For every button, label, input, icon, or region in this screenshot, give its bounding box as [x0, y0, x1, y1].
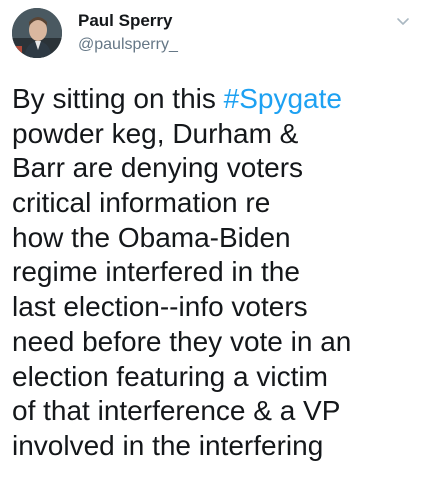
tweet-text-line: how the Obama-Biden: [12, 221, 291, 253]
text-segment: By sitting on this: [12, 83, 224, 114]
tweet-text-line: involved in the interfering: [12, 429, 324, 461]
tweet-text-line: Barr are denying voters: [12, 152, 304, 184]
avatar[interactable]: [12, 8, 62, 58]
tweet-text-line: last election--info voters: [12, 291, 308, 323]
author-display-name[interactable]: Paul Sperry: [78, 10, 178, 32]
tweet-author: Paul Sperry @paulsperry_: [78, 10, 178, 56]
hashtag-link[interactable]: #Spygate: [224, 83, 342, 114]
avatar-image: [12, 8, 62, 58]
author-handle[interactable]: @paulsperry_: [78, 34, 178, 56]
tweet-text-line: election featuring a victim: [12, 360, 328, 392]
tweet-text-line: need before they vote in an: [12, 325, 352, 357]
tweet-text-line: regime interfered in the: [12, 256, 300, 288]
tweet-text-line: of that interference & a VP: [12, 395, 341, 427]
chevron-down-icon[interactable]: [394, 12, 412, 30]
tweet-text-line: By sitting on this #Spygate: [12, 82, 416, 117]
tweet-text-line: critical information re: [12, 187, 271, 219]
tweet: Paul Sperry @paulsperry_ By sitting on t…: [0, 0, 422, 500]
tweet-text: By sitting on this #Spygate powder keg, …: [12, 82, 416, 464]
tweet-text-line: powder keg, Durham &: [12, 117, 299, 149]
